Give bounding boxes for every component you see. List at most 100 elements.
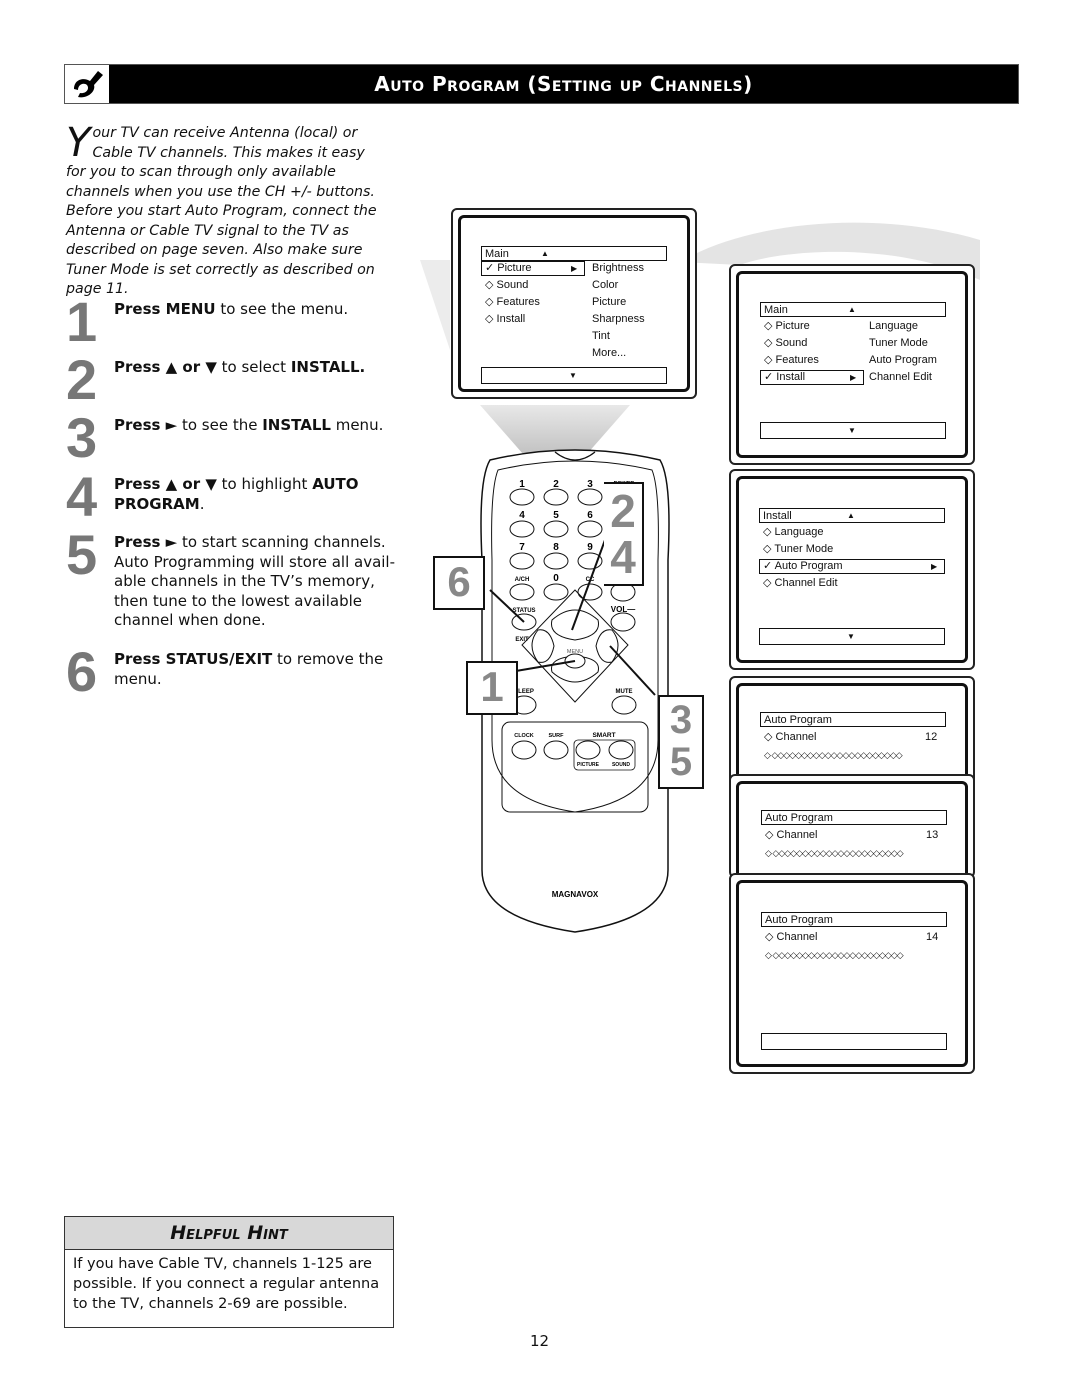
submenu-item[interactable]: Sharpness — [592, 312, 645, 327]
step-text: Press ▲ or ▼ to select INSTALL. — [114, 358, 366, 376]
key-label: 8 — [553, 542, 559, 553]
key-label: 0 — [553, 573, 559, 584]
submenu-item[interactable]: Tuner Mode — [869, 336, 928, 351]
menu-item-picture[interactable]: ✓ Picture — [485, 261, 532, 276]
scan-progress-dots: ◇ ◇◇◇◇◇◇◇◇◇◇◇◇◇◇◇◇◇◇◇◇◇◇ — [764, 750, 903, 760]
menu-header: Auto Program — [760, 712, 946, 727]
arrow-up-icon: ▲ — [541, 249, 549, 258]
intro-paragraph-1-text: our TV can receive Antenna (local) or Ca… — [66, 125, 375, 200]
step-text: Press MENU to see the menu. — [114, 300, 349, 318]
channel-label: ◇ Channel — [764, 731, 817, 743]
arrow-right-icon: ▶ — [931, 562, 938, 571]
key-label: MUTE — [616, 689, 633, 695]
step-number: 2 — [66, 348, 98, 411]
step-text: Press ► to see the INSTALL menu. — [114, 416, 384, 434]
menu-item-tuner-mode[interactable]: ◇ Tuner Mode — [763, 542, 833, 557]
intro-paragraph-1: Your TV can receive Antenna (local) or C… — [66, 120, 386, 202]
submenu-item[interactable]: Auto Program — [869, 353, 937, 368]
menu-header: Auto Program — [761, 810, 947, 825]
brand-logo: MAGNAVOX — [552, 890, 599, 899]
arrow-up-icon: ▲ — [848, 305, 856, 314]
step-text: Press ► to start scanning channels. Auto… — [114, 533, 396, 629]
menu-item-auto-program[interactable]: ✓ Auto Program — [763, 559, 843, 574]
tv-screen-install-menu: Install ▲ ◇ Language ◇ Tuner Mode ✓ Auto… — [729, 469, 975, 670]
tv-screen-auto-program-13: Auto Program ◇ Channel 13 ◇ ◇◇◇◇◇◇◇◇◇◇◇◇… — [729, 774, 975, 886]
arrow-down-icon: ▼ — [847, 632, 855, 641]
drop-cap: Y — [66, 120, 91, 166]
key-label: 5 — [553, 510, 559, 521]
key-label: SOUND — [612, 762, 630, 768]
key-label: 9 — [587, 542, 593, 553]
key-label: PICTURE — [577, 762, 600, 768]
button-clock[interactable] — [511, 740, 537, 760]
submenu-item[interactable]: Tint — [592, 329, 610, 344]
submenu-item[interactable]: Channel Edit — [869, 370, 932, 385]
button-6[interactable] — [577, 520, 603, 538]
button-7[interactable] — [509, 552, 535, 570]
button-5[interactable] — [543, 520, 569, 538]
menu-item-install[interactable]: ✓ Install — [764, 370, 805, 385]
arrow-right-icon: ▶ — [571, 264, 578, 273]
key-label: SURF — [549, 733, 565, 739]
arrow-right-icon: ▶ — [850, 373, 857, 382]
submenu-item[interactable]: Language — [869, 319, 918, 334]
key-label: SMART — [592, 732, 615, 739]
channel-label: ◇ Channel — [765, 829, 818, 841]
channel-number: 13 — [926, 829, 939, 841]
hint-title: Helpful Hint — [65, 1217, 393, 1250]
button-1[interactable] — [509, 488, 535, 506]
page-title: Auto Program (Setting up Channels) — [374, 72, 753, 96]
key-label: 1 — [519, 479, 525, 490]
step-number: 3 — [66, 406, 98, 469]
key-label: 7 — [519, 542, 525, 553]
title-banner: Auto Program (Setting up Channels) — [64, 64, 1019, 104]
intro-paragraph-2: Before you start Auto Program, connect t… — [66, 203, 377, 297]
key-label: CLOCK — [514, 733, 534, 739]
arrow-down-icon: ▼ — [569, 371, 577, 380]
intro-text: Your TV can receive Antenna (local) or C… — [66, 120, 386, 300]
menu-item-sound[interactable]: ◇ Sound — [485, 278, 528, 293]
button-ach[interactable] — [509, 583, 535, 601]
button-vol-down[interactable] — [610, 612, 636, 632]
submenu-item[interactable]: More... — [592, 346, 626, 361]
submenu-item[interactable]: Color — [592, 278, 618, 293]
menu-header: Auto Program — [761, 912, 947, 927]
button-mute[interactable] — [611, 695, 637, 715]
menu-item-picture[interactable]: ◇ Picture — [764, 319, 810, 334]
scan-progress-dots: ◇ ◇◇◇◇◇◇◇◇◇◇◇◇◇◇◇◇◇◇◇◇◇◇ — [765, 848, 904, 858]
key-label: 3 — [587, 479, 593, 490]
channel-number: 12 — [925, 731, 938, 743]
beam-left — [420, 260, 450, 350]
hint-body: If you have Cable TV, channels 1-125 are… — [73, 1256, 380, 1312]
menu-item-features[interactable]: ◇ Features — [764, 353, 819, 368]
step-text: Press STATUS/EXIT to remove the menu. — [114, 650, 384, 688]
menu-item-features[interactable]: ◇ Features — [485, 295, 540, 310]
key-label: 4 — [519, 510, 525, 521]
helpful-hint-box: Helpful Hint If you have Cable TV, chann… — [64, 1216, 394, 1328]
menu-item-channel-edit[interactable]: ◇ Channel Edit — [763, 576, 838, 591]
tv-screen-auto-program-14: Auto Program ◇ Channel 14 ◇ ◇◇◇◇◇◇◇◇◇◇◇◇… — [729, 873, 975, 1074]
button-surf[interactable] — [543, 740, 569, 760]
button-smart-picture[interactable] — [575, 740, 601, 760]
menu-footer — [761, 1033, 947, 1050]
button-8[interactable] — [543, 552, 569, 570]
submenu-item[interactable]: Picture — [592, 295, 626, 310]
remote-hand-icon — [65, 65, 111, 103]
callout-step-1: 1 — [466, 661, 518, 715]
step-number: 5 — [66, 523, 98, 586]
button-2[interactable] — [543, 488, 569, 506]
button-0[interactable] — [543, 583, 569, 601]
arrow-down-icon: ▼ — [848, 426, 856, 435]
step-number: 1 — [66, 290, 98, 353]
button-3[interactable] — [577, 488, 603, 506]
button-cc[interactable] — [577, 583, 603, 601]
button-4[interactable] — [509, 520, 535, 538]
menu-item-sound[interactable]: ◇ Sound — [764, 336, 807, 351]
menu-item-language[interactable]: ◇ Language — [763, 525, 823, 540]
callout-steps-2-4: 2 4 — [604, 482, 644, 586]
menu-header: Main — [481, 246, 667, 261]
submenu-item[interactable]: Brightness — [592, 261, 644, 276]
menu-item-install[interactable]: ◇ Install — [485, 312, 525, 327]
step-number: 4 — [66, 465, 98, 528]
button-smart-sound[interactable] — [608, 740, 634, 760]
